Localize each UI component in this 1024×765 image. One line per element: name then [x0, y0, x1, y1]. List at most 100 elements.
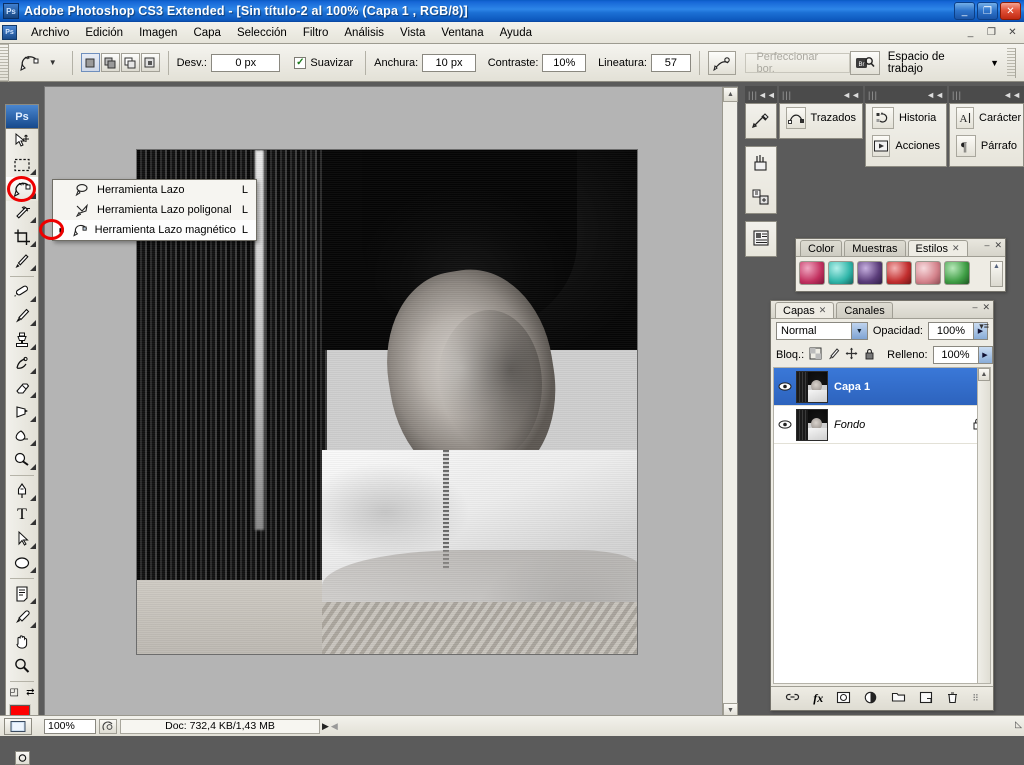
blend-mode-select[interactable]: Normal ▼	[776, 322, 868, 340]
layer-thumbnail[interactable]	[796, 408, 828, 441]
eyedropper-tool[interactable]	[6, 606, 38, 630]
panel-resize-grip-icon[interactable]: ⠿	[972, 693, 979, 704]
intersect-selection-button[interactable]	[140, 53, 160, 72]
add-layer-mask-icon[interactable]	[836, 691, 851, 707]
dock-collapse-icon[interactable]: ◄◄	[1003, 90, 1021, 100]
gradient-tool[interactable]	[6, 400, 38, 424]
preview-icon[interactable]	[99, 718, 117, 734]
menu-item-seleccion[interactable]: Selección	[229, 24, 295, 42]
contrast-input[interactable]: 10%	[542, 53, 587, 72]
flyout-item-polygonal-lasso[interactable]: Herramienta Lazo poligonal L	[53, 200, 256, 220]
lock-position-icon[interactable]	[845, 347, 858, 363]
new-layer-icon[interactable]	[919, 691, 933, 707]
healing-brush-tool[interactable]	[6, 280, 38, 304]
path-selection-tool[interactable]	[6, 527, 38, 551]
document-restore-button[interactable]: ❐	[984, 25, 999, 39]
blur-tool[interactable]	[6, 424, 38, 448]
quick-mask-icon[interactable]	[14, 751, 30, 765]
workspace-caret-icon[interactable]: ▼	[990, 58, 999, 68]
menu-item-ayuda[interactable]: Ayuda	[492, 24, 540, 42]
tab-color[interactable]: Color	[800, 240, 843, 256]
dock-strip-icons[interactable]: ||| ◄◄	[745, 86, 777, 103]
flyout-item-magnetic-lasso[interactable]: ■ Herramienta Lazo magnético L	[53, 220, 256, 240]
move-tool[interactable]	[6, 129, 38, 153]
options-bar-grip[interactable]	[0, 43, 9, 82]
fill-stepper-icon[interactable]: ▶	[978, 346, 993, 364]
fill-input[interactable]: 100%	[932, 346, 979, 364]
dock-collapse-icon[interactable]: ◄◄	[758, 90, 776, 100]
lock-image-pixels-icon[interactable]	[827, 347, 840, 363]
menu-item-capa[interactable]: Capa	[185, 24, 229, 42]
frequency-input[interactable]: 57	[651, 53, 691, 72]
dock-strip-character[interactable]: ||| ◄◄	[949, 86, 1024, 103]
layer-visibility-icon[interactable]	[774, 419, 796, 430]
layer-comps-panel-button[interactable]	[745, 221, 777, 257]
menu-item-analisis[interactable]: Análisis	[336, 24, 392, 42]
style-swatch[interactable]	[886, 261, 912, 285]
menu-item-vista[interactable]: Vista	[392, 24, 433, 42]
dock-collapse-icon[interactable]: ◄◄	[926, 90, 944, 100]
layers-list-container[interactable]: Capa 1 Fondo ▲	[773, 367, 991, 684]
paths-panel-button[interactable]: Trazados	[780, 104, 862, 132]
layers-panel-minimize-button[interactable]: –	[972, 302, 977, 313]
document-close-button[interactable]: ✕	[1005, 25, 1020, 39]
width-input[interactable]: 10 px	[422, 53, 476, 72]
layers-list-scrollbar[interactable]: ▲	[977, 368, 990, 683]
rectangular-marquee-tool[interactable]	[6, 153, 38, 177]
dock-strip-paths[interactable]: ||| ◄◄	[779, 86, 863, 103]
lock-transparent-pixels-icon[interactable]	[809, 347, 822, 363]
feather-input[interactable]: 0 px	[210, 53, 281, 72]
document-minimize-button[interactable]: _	[963, 25, 978, 39]
tab-estilos-close-icon[interactable]: ✕	[952, 243, 960, 254]
styles-panel-minimize-button[interactable]: –	[984, 240, 989, 251]
type-tool[interactable]: T	[6, 503, 38, 527]
menu-item-edicion[interactable]: Edición	[77, 24, 131, 42]
default-colors-icon[interactable]: ◰	[10, 687, 19, 698]
status-expand-arrow-icon[interactable]: ▶	[322, 721, 329, 732]
tool-preset-dropdown[interactable]: ▼	[49, 58, 57, 67]
clone-source-icon[interactable]	[751, 187, 771, 210]
styles-panel-titlebar[interactable]: Color Muestras Estilos ✕ – ✕	[796, 239, 1005, 257]
pen-tool[interactable]	[6, 479, 38, 503]
styles-panel-scrollbar[interactable]: ▲	[990, 261, 1003, 287]
lock-all-icon[interactable]	[863, 347, 876, 363]
document-menu-icon[interactable]: Ps	[2, 25, 17, 40]
paragraph-panel-button[interactable]: ¶ Párrafo	[950, 132, 1023, 160]
tab-capas-close-icon[interactable]: ✕	[819, 305, 827, 316]
menu-item-ventana[interactable]: Ventana	[433, 24, 491, 42]
layers-panel-close-button[interactable]: ✕	[982, 302, 990, 313]
dock-collapse-icon[interactable]: ◄◄	[842, 90, 860, 100]
zoom-tool[interactable]	[6, 654, 38, 678]
style-swatch[interactable]	[828, 261, 854, 285]
hand-tool[interactable]	[6, 630, 38, 654]
actions-panel-button[interactable]: Acciones	[866, 132, 946, 160]
anti-alias-checkbox[interactable]: ✓	[294, 56, 307, 69]
chevron-down-icon[interactable]: ▼	[850, 323, 867, 339]
close-button[interactable]: ✕	[1000, 2, 1021, 20]
status-preview-box[interactable]	[4, 718, 32, 735]
notes-tool[interactable]	[6, 582, 38, 606]
flyout-item-lasso[interactable]: Herramienta Lazo L	[53, 180, 256, 200]
tool-presets-panel-button[interactable]	[745, 103, 777, 139]
zoom-level-input[interactable]: 100%	[44, 718, 96, 734]
canvas-vertical-scrollbar[interactable]: ▲ ▼	[722, 87, 738, 718]
anti-alias-checkbox-group[interactable]: ✓ Suavizar	[294, 56, 357, 69]
slice-tool[interactable]	[6, 249, 38, 273]
layers-panel-menu-icon[interactable]: ▾≡	[979, 321, 989, 332]
minimize-button[interactable]: _	[954, 2, 975, 20]
tab-estilos[interactable]: Estilos ✕	[907, 240, 968, 256]
menu-item-filtro[interactable]: Filtro	[295, 24, 337, 42]
layer-name[interactable]: Fondo	[834, 419, 972, 431]
layers-scroll-up-button[interactable]: ▲	[978, 368, 990, 381]
style-swatch[interactable]	[857, 261, 883, 285]
delete-layer-icon[interactable]	[946, 691, 959, 707]
layer-style-fx-icon[interactable]: fx	[813, 691, 823, 706]
add-to-selection-button[interactable]	[100, 53, 120, 72]
menu-item-imagen[interactable]: Imagen	[131, 24, 185, 42]
table-row[interactable]: Fondo	[774, 406, 990, 444]
table-row[interactable]: Capa 1	[774, 368, 990, 406]
brushes-icon[interactable]	[751, 153, 771, 176]
crop-tool[interactable]	[6, 225, 38, 249]
styles-panel-close-button[interactable]: ✕	[994, 240, 1002, 251]
clone-stamp-tool[interactable]	[6, 328, 38, 352]
